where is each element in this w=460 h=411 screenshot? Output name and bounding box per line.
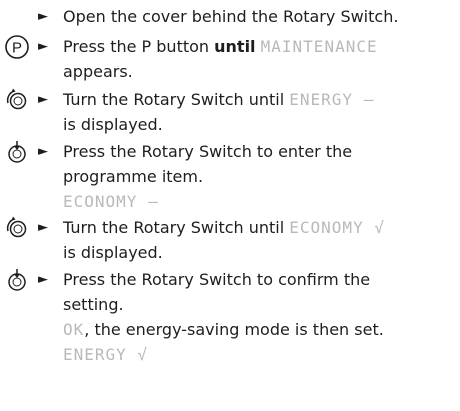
rotary-press-icon [4,267,30,293]
step-text-cont: is displayed. [63,243,163,262]
bullet-arrow: ► [38,9,48,24]
step-text-cont: setting. [63,295,124,314]
display-energy: ENERGY – [289,90,375,109]
step-text: Press the Rotary Switch to confirm the [63,270,371,289]
display-economy: ECONOMY – [63,192,159,211]
rotary-press-icon [4,139,30,165]
step-text: Press the Rotary Switch to enter the [63,142,353,161]
svg-text:P: P [12,40,22,57]
p-button-icon: P [4,34,30,60]
bullet-arrow: ► [38,220,48,235]
bullet-arrow: ► [38,39,48,54]
bullet-arrow: ► [38,144,48,159]
emphasis-until: until [214,37,256,56]
bullet-arrow: ► [38,272,48,287]
instruction-page: ► Open the cover behind the Rotary Switc… [0,0,460,411]
display-maintenance: MAINTENANCE [260,37,378,56]
step-text: Open the cover behind the Rotary Switch. [63,7,399,26]
rotary-turn-icon [4,87,30,113]
step-result: OK, the energy-saving mode is then set. [63,320,384,339]
display-energy-check: ENERGY √ [63,345,149,364]
step-text: Press the P button until MAINTENANCE [63,37,378,56]
bullet-arrow: ► [38,92,48,107]
rotary-turn-icon [4,215,30,241]
step-text-cont: programme item. [63,167,204,186]
display-economy-check: ECONOMY √ [289,218,385,237]
step-text-cont: appears. [63,62,133,81]
step-text-cont: is displayed. [63,115,163,134]
display-ok: OK [63,320,85,339]
step-text: Turn the Rotary Switch until ENERGY – [63,90,375,109]
step-text: Turn the Rotary Switch until ECONOMY √ [63,218,385,237]
